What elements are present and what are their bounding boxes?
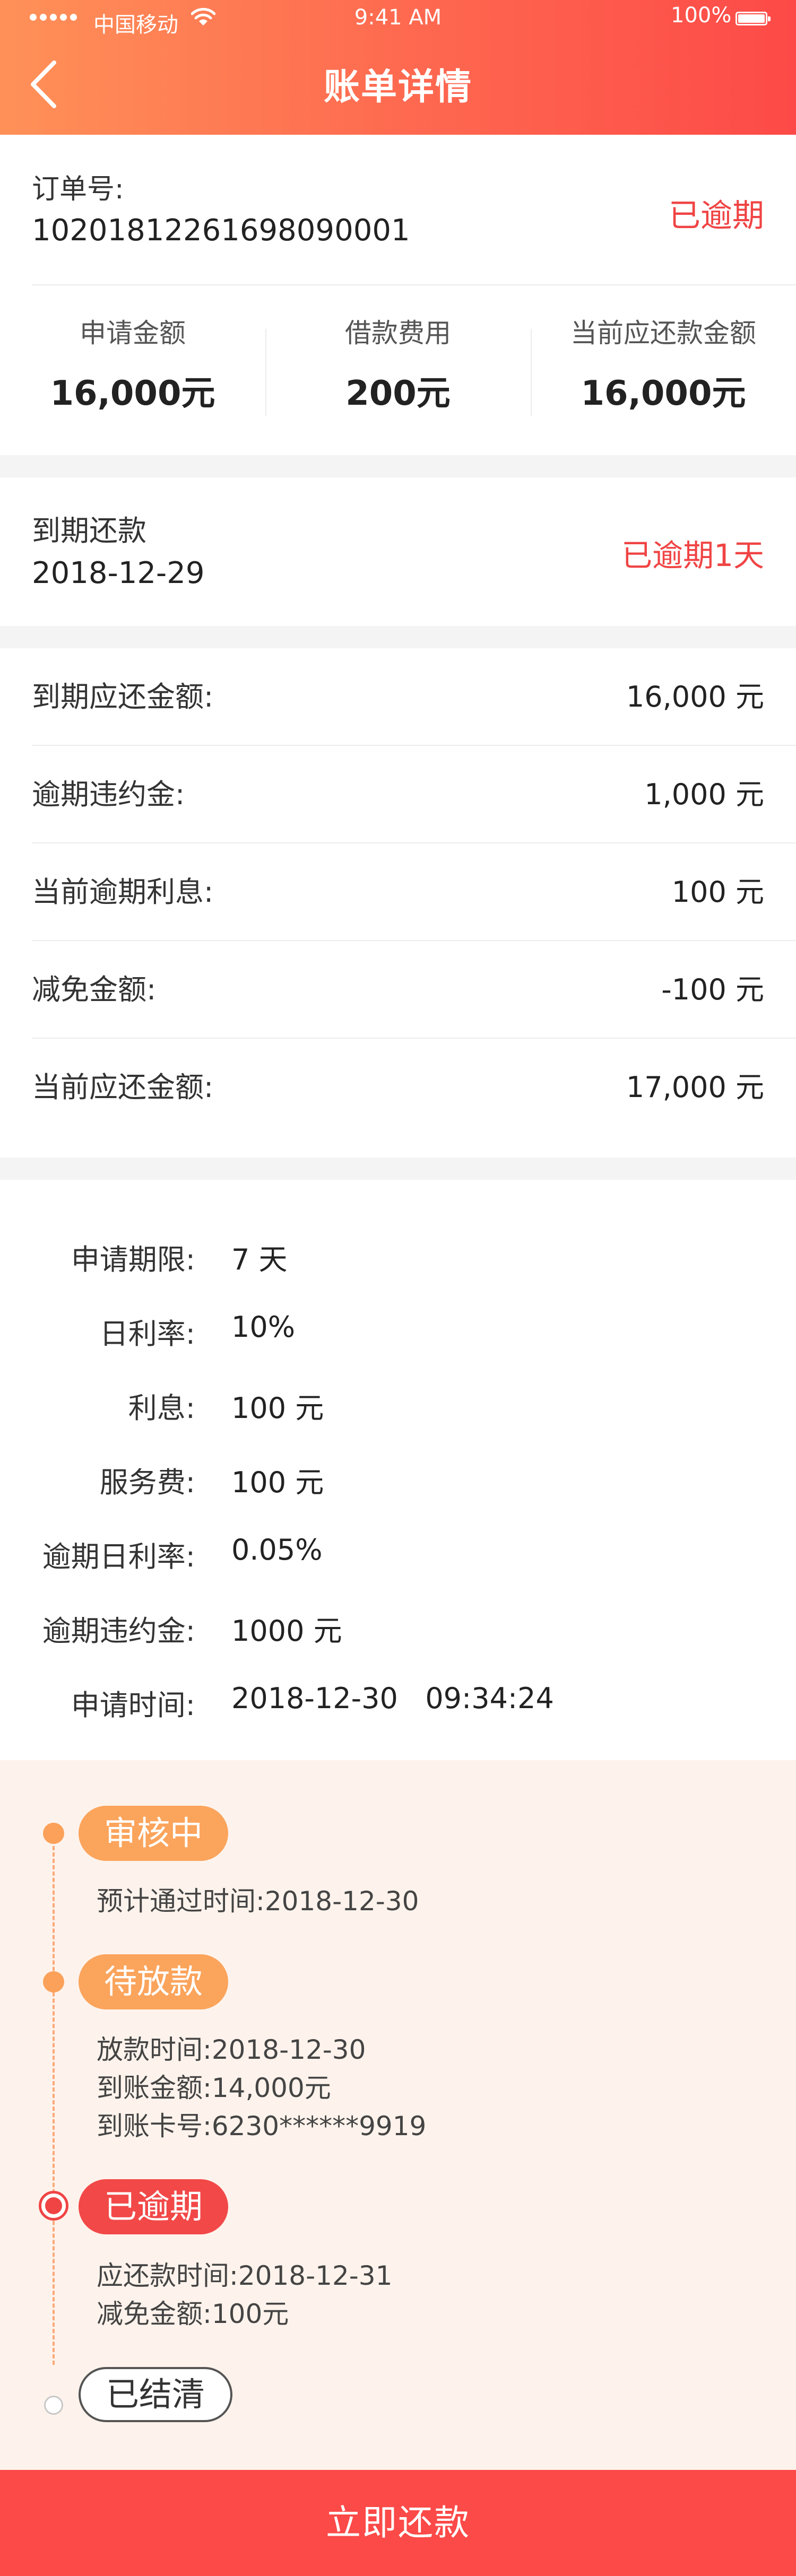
detail-row: 逾期日利率: 0.05% [0,1517,796,1591]
detail-label: 日利率: [99,1317,195,1351]
summary-label: 当前应还款金额 [570,318,756,349]
summary-value: 16,000元 [581,374,746,413]
amount-label: 当前应还金额: [32,1071,214,1104]
amount-value: 100 元 [671,875,764,909]
summary-label: 借款费用 [345,318,451,349]
overdue-days-badge: 已逾期1天 [621,537,764,573]
timeline-status-reviewing: 审核中 [79,1806,229,1861]
order-card: 订单号: 10201812261698090001 已逾期 申请金额 16,00… [0,135,796,455]
detail-value: 2018-12-30 09:34:24 [231,1682,554,1715]
timeline-active-dot [39,2191,68,2221]
timeline-detail: 减免金额:100元 [97,2299,289,2329]
amount-row: 当前应还金额: 17,000 元 [32,1039,796,1136]
loan-details-card: 申请期限: 7 天 日利率: 10% 利息: 100 元 服务费: 100 元 … [0,1180,796,1760]
timeline-connector [53,1833,55,2365]
header-bar: 中国移动 9:41 AM 100% 账单详情 [0,0,796,135]
repay-now-button[interactable]: 立即还款 [0,2470,796,2576]
timeline-status-pending-disbursement: 待放款 [79,1954,229,2009]
timeline-detail: 到账金额:14,000元 [97,2073,331,2103]
summary-current-due: 当前应还款金额 16,000元 [531,310,796,432]
detail-label: 逾期日利率: [42,1540,195,1573]
timeline-dot [43,1971,64,1992]
detail-label: 申请时间: [71,1689,195,1722]
amount-row: 到期应还金额: 16,000 元 [32,648,796,746]
detail-row: 日利率: 10% [0,1294,796,1369]
detail-value: 1000 元 [231,1614,342,1648]
summary-label: 申请金额 [80,318,186,349]
detail-value: 10% [231,1310,296,1344]
amount-value: 16,000 元 [626,680,764,713]
summary-applied-amount: 申请金额 16,000元 [0,310,265,432]
detail-value: 7 天 [231,1243,288,1276]
order-status-badge: 已逾期 [669,197,764,234]
amount-value: 1,000 元 [644,778,764,811]
amount-row: 当前逾期利息: 100 元 [32,843,796,941]
detail-value: 0.05% [231,1533,323,1567]
due-repayment-card: 到期还款 2018-12-29 已逾期1天 [0,477,796,626]
order-number-label: 订单号: [32,173,124,205]
detail-label: 逾期违约金: [42,1614,195,1648]
timeline-detail: 预计通过时间:2018-12-30 [97,1886,419,1917]
progress-timeline: 审核中 预计通过时间:2018-12-30 待放款 放款时间:2018-12-3… [0,1760,796,2470]
timeline-dot [43,1823,64,1844]
detail-row: 申请期限: 7 天 [0,1220,796,1294]
detail-row: 利息: 100 元 [0,1369,796,1443]
summary-value: 16,000元 [50,374,215,413]
amount-label: 到期应还金额: [32,680,214,713]
detail-label: 利息: [128,1391,195,1425]
status-bar: 中国移动 9:41 AM 100% [0,0,796,38]
amount-label: 当前逾期利息: [32,875,214,909]
order-number: 10201812261698090001 [32,213,410,248]
timeline-status-overdue: 已逾期 [79,2179,229,2234]
due-repayment-label: 到期还款 [32,514,146,547]
timeline-detail: 应还款时间:2018-12-31 [97,2260,393,2291]
detail-row: 服务费: 100 元 [0,1443,796,1517]
summary-loan-fee: 借款费用 200元 [265,310,531,432]
battery-icon [736,12,771,25]
amount-value: -100 元 [661,973,764,1006]
amount-row: 逾期违约金: 1,000 元 [32,746,796,843]
divider [32,284,796,285]
amount-breakdown-card: 到期应还金额: 16,000 元 逾期违约金: 1,000 元 当前逾期利息: … [0,648,796,1158]
detail-row: 逾期违约金: 1000 元 [0,1591,796,1666]
summary-value: 200元 [345,374,451,413]
detail-label: 申请期限: [71,1243,195,1276]
timeline-empty-dot [44,2396,63,2415]
page-title: 账单详情 [323,66,472,108]
timeline-detail: 放款时间:2018-12-30 [97,2034,366,2065]
amount-label: 减免金额: [32,973,157,1006]
detail-value: 100 元 [231,1391,324,1425]
amount-label: 逾期违约金: [32,778,185,811]
amount-row: 减免金额: -100 元 [32,941,796,1039]
timeline-detail: 到账卡号:6230******9919 [97,2111,427,2142]
amount-summary: 申请金额 16,000元 借款费用 200元 当前应还款金额 16,000元 [0,310,796,432]
due-date: 2018-12-29 [32,556,205,590]
amount-value: 17,000 元 [626,1071,764,1104]
detail-row: 申请时间: 2018-12-30 09:34:24 [0,1666,796,1740]
detail-value: 100 元 [231,1466,324,1499]
timeline-status-settled: 已结清 [79,2367,233,2422]
battery-percentage: 100% [671,3,732,28]
detail-label: 服务费: [99,1466,195,1499]
